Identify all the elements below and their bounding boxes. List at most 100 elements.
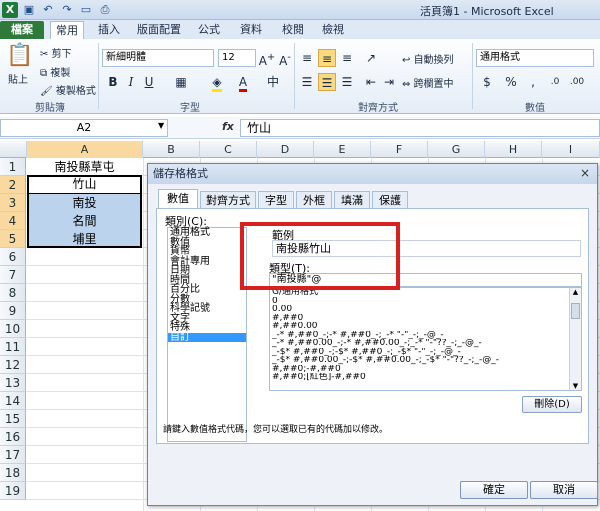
cell-a4[interactable]: 名間 [27, 212, 142, 230]
save-icon[interactable]: ▣ [21, 2, 37, 18]
column-header[interactable]: C [200, 141, 257, 158]
scroll-up-icon[interactable]: ▲ [570, 288, 581, 296]
italic-button[interactable]: I [122, 73, 140, 91]
list-item[interactable]: _-* #,##0_-;-* #,##0_-;_-* "-"_-;_-@_- [270, 331, 581, 340]
row-header[interactable]: 15 [0, 410, 26, 428]
tab-page-layout[interactable]: 版面配置 [134, 21, 184, 39]
list-item-custom[interactable]: 自訂 [168, 332, 246, 342]
cut-button[interactable]: ✂ 剪下 [40, 45, 72, 60]
list-item[interactable]: #,##0.00 [270, 322, 581, 331]
grow-font-icon[interactable]: A+ [258, 49, 276, 68]
tab-alignment[interactable]: 對齊方式 [200, 191, 256, 208]
fill-color-icon[interactable]: ◈ [208, 73, 226, 92]
wrap-text-button[interactable]: ↩ 自動換列 [402, 51, 454, 66]
list-item[interactable]: 0 [270, 297, 581, 306]
list-item[interactable]: _-* #,##0.00_-;-* #,##0.00_-;_-* "-"??_-… [270, 339, 581, 348]
row-header[interactable]: 6 [0, 248, 26, 266]
row-header[interactable]: 5 [0, 230, 26, 248]
row-header[interactable]: 10 [0, 320, 26, 338]
bold-button[interactable]: B [104, 73, 122, 91]
tab-formulas[interactable]: 公式 [194, 21, 224, 39]
tab-review[interactable]: 校閱 [278, 21, 308, 39]
copy-button[interactable]: ⧉ 複製 [40, 64, 70, 79]
tab-font[interactable]: 字型 [258, 191, 294, 208]
name-box-dropdown-icon[interactable]: ▼ [158, 121, 164, 130]
tab-file[interactable]: 檔案 [0, 21, 44, 39]
borders-icon[interactable]: ▦ [172, 73, 190, 91]
orientation-icon[interactable]: ↗ [362, 49, 380, 67]
row-header[interactable]: 3 [0, 194, 26, 212]
paste-button[interactable]: 貼上 [8, 71, 28, 86]
row-header[interactable]: 9 [0, 302, 26, 320]
row-header[interactable]: 4 [0, 212, 26, 230]
column-header[interactable]: G [428, 141, 485, 158]
list-item[interactable]: #,##0;[紅色]-#,##0 [270, 373, 581, 382]
font-size-combo[interactable]: 12 [218, 49, 256, 67]
row-header[interactable]: 19 [0, 482, 26, 500]
number-format-combo[interactable]: 通用格式 [476, 49, 594, 67]
redo-icon[interactable]: ↷ [59, 2, 75, 18]
row-header[interactable]: 14 [0, 392, 26, 410]
cell-a1[interactable]: 南投縣草屯 [27, 158, 142, 176]
list-item[interactable]: 0.00 [270, 305, 581, 314]
undo-icon[interactable]: ↶ [40, 2, 56, 18]
decrease-decimal-icon[interactable]: .00 [568, 73, 586, 91]
column-header[interactable]: D [257, 141, 314, 158]
row-header[interactable]: 12 [0, 356, 26, 374]
increase-decimal-icon[interactable]: .0 [546, 73, 564, 91]
phonetic-icon[interactable]: 中 [264, 73, 282, 91]
increase-indent-icon[interactable]: ⇥ [380, 73, 398, 91]
column-header[interactable]: I [542, 141, 600, 158]
font-name-combo[interactable]: 新細明體 [102, 49, 214, 67]
scroll-thumb[interactable] [571, 303, 580, 319]
list-item[interactable]: #,##0 [270, 314, 581, 323]
currency-icon[interactable]: $ [478, 73, 496, 91]
paste-icon[interactable]: 📋 [6, 43, 33, 68]
row-header[interactable]: 7 [0, 266, 26, 284]
shrink-font-icon[interactable]: A- [276, 49, 294, 68]
tab-number[interactable]: 數值 [158, 189, 198, 209]
tab-border[interactable]: 外框 [296, 191, 332, 208]
underline-button[interactable]: U [140, 73, 158, 91]
format-code-list[interactable]: G/通用格式 0 0.00 #,##0 #,##0.00 _-* #,##0_-… [269, 287, 582, 391]
align-top-icon[interactable]: ≡ [298, 49, 316, 67]
list-item[interactable]: _-$* #,##0_-;-$* #,##0_-;_-$* "-"_-;_-@_… [270, 348, 581, 357]
row-header[interactable]: 2 [0, 176, 26, 194]
close-icon[interactable]: × [577, 166, 593, 181]
row-header[interactable]: 1 [0, 158, 26, 176]
row-header[interactable]: 11 [0, 338, 26, 356]
tab-data[interactable]: 資料 [236, 21, 266, 39]
align-right-icon[interactable]: ☰ [338, 73, 356, 91]
align-bottom-icon[interactable]: ≡ [338, 49, 356, 67]
column-header[interactable]: E [314, 141, 371, 158]
cancel-button[interactable]: 取消 [530, 481, 598, 499]
tab-protection[interactable]: 保護 [372, 191, 408, 208]
name-box[interactable]: A2 [0, 119, 168, 137]
row-header[interactable]: 18 [0, 464, 26, 482]
ok-button[interactable]: 確定 [460, 481, 528, 499]
font-color-icon[interactable]: A [234, 73, 252, 92]
select-all-corner[interactable] [0, 141, 27, 158]
cell-a2[interactable]: 竹山 [27, 175, 142, 195]
column-header[interactable]: H [485, 141, 542, 158]
row-header[interactable]: 17 [0, 446, 26, 464]
print-icon[interactable]: ⎙ [97, 2, 113, 18]
scroll-down-icon[interactable]: ▼ [570, 382, 581, 390]
tab-insert[interactable]: 插入 [92, 21, 126, 39]
row-header[interactable]: 16 [0, 428, 26, 446]
tab-home[interactable]: 常用 [50, 21, 84, 39]
tab-fill[interactable]: 填滿 [334, 191, 370, 208]
excel-logo-icon[interactable]: X [2, 2, 18, 18]
align-center-icon[interactable]: ☰ [318, 73, 336, 91]
column-header[interactable]: A [27, 141, 143, 158]
formula-input[interactable]: 竹山 [240, 119, 600, 137]
category-list[interactable]: 通用格式 數值 貨幣 會計專用 日期 時間 百分比 分數 科學記號 文字 特殊 … [167, 227, 247, 442]
cell-a5[interactable]: 埔里 [27, 230, 142, 248]
align-left-icon[interactable]: ☰ [298, 73, 316, 91]
insert-function-icon[interactable]: fx [222, 120, 234, 133]
format-list-scrollbar[interactable]: ▲ ▼ [569, 288, 581, 390]
list-item[interactable]: _-$* #,##0.00_-;-$* #,##0.00_-;_-$* "-"?… [270, 356, 581, 365]
row-header[interactable]: 13 [0, 374, 26, 392]
delete-button[interactable]: 刪除(D) [522, 396, 582, 413]
list-item[interactable]: #,##0;-#,##0 [270, 365, 581, 374]
